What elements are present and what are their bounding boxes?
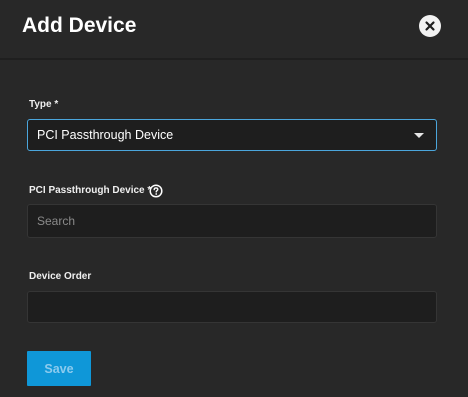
pci-device-field[interactable] bbox=[27, 204, 437, 238]
type-label: Type * bbox=[29, 99, 59, 110]
device-order-input[interactable] bbox=[28, 292, 436, 322]
caret-down-icon bbox=[414, 133, 424, 138]
save-button[interactable]: Save bbox=[27, 351, 91, 386]
close-icon bbox=[425, 21, 435, 31]
help-icon[interactable] bbox=[149, 184, 163, 198]
dialog-title: Add Device bbox=[22, 14, 137, 37]
add-device-dialog: Add Device Type * PCI Passthrough Device… bbox=[0, 0, 468, 397]
pci-device-search-input[interactable] bbox=[28, 205, 436, 237]
device-order-label: Device Order bbox=[29, 271, 92, 282]
type-select[interactable]: PCI Passthrough Device bbox=[27, 119, 437, 151]
pci-device-label: PCI Passthrough Device * bbox=[29, 185, 152, 196]
dialog-header: Add Device bbox=[0, 0, 468, 60]
device-order-field[interactable] bbox=[27, 291, 437, 323]
type-select-value: PCI Passthrough Device bbox=[37, 128, 174, 142]
close-button[interactable] bbox=[419, 15, 441, 37]
